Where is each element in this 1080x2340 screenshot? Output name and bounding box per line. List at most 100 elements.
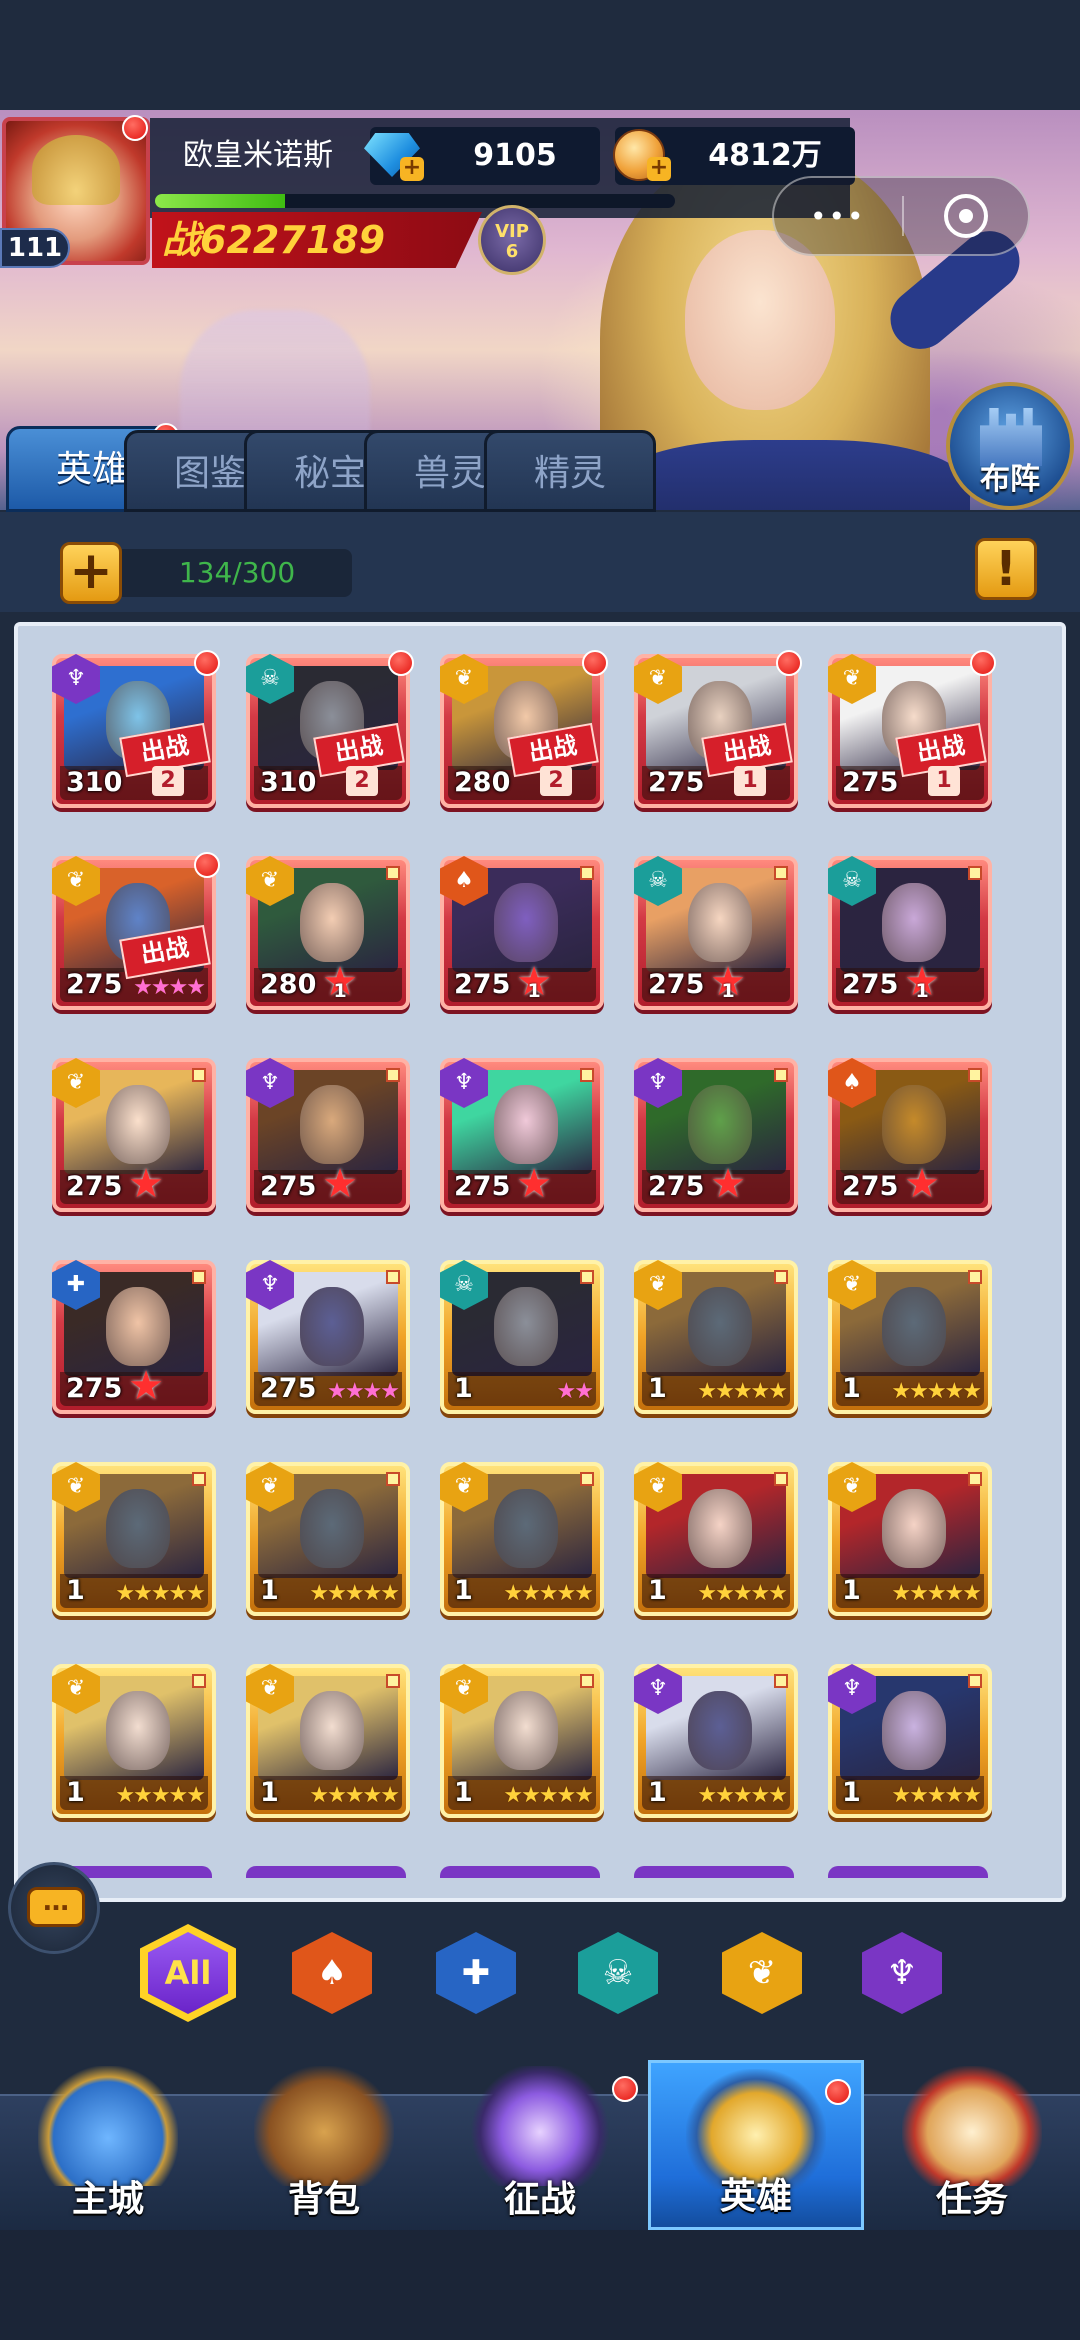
filter-purple-icon[interactable]: ♆ [862,1932,942,2014]
hero-level: 1 [66,1777,85,1808]
hero-card[interactable]: ♆ 1 ★★★★★ [634,1664,798,1818]
hero-notification-dot [776,650,802,676]
hero-card[interactable]: ☠ 275 ★ 1 [828,856,992,1010]
hero-flag-icon [968,1068,982,1082]
deployed-team-number: 2 [346,766,378,796]
hero-level: 275 [454,969,511,1000]
hero-card[interactable]: ✚ 275 ★ [52,1260,216,1414]
hero-card[interactable]: ❦ 1 ★★★★★ [52,1664,216,1818]
player-level-badge: 111 [0,228,70,268]
hero-card[interactable]: ☠ 310 出战 2 [246,650,414,808]
hero-card[interactable]: ☠ 275 ★ 1 [634,856,798,1010]
hero-flag-icon [386,1472,400,1486]
hero-face [688,1286,753,1366]
hero-level: 275 [842,969,899,1000]
nav-2[interactable]: 征战 [432,2060,648,2230]
hero-level: 275 [66,1171,123,1202]
awaken-star-icon: ★ [128,1363,164,1409]
hero-capacity: 134/300 [178,556,296,589]
hero-notification-dot [388,650,414,676]
hero-notification-dot [582,650,608,676]
hero-flag-icon [192,1472,206,1486]
awaken-star-count: 1 [333,980,347,1002]
hero-flag-icon [774,1068,788,1082]
hero-flag-icon [192,1068,206,1082]
chat-button[interactable]: … [8,1862,100,1954]
formation-button[interactable]: 布阵 [946,382,1074,510]
hero-card[interactable]: ♠ 275 ★ 1 [440,856,604,1010]
hero-card[interactable]: ❦ 1 ★★★★★ [828,1260,992,1414]
hero-card[interactable]: ❦ 275 ★ [52,1058,216,1212]
hero-level: 1 [842,1373,861,1404]
vip-level: 6 [505,241,519,262]
awaken-star-icon: ★ 1 [322,962,358,1002]
awaken-star-icon: ★ [904,1161,940,1207]
nav-4[interactable]: 任务 [864,2060,1080,2230]
backpack-icon [254,2066,394,2186]
filter-gold-icon[interactable]: ❦ [722,1932,802,2014]
hero-card[interactable]: ♆ 275 ★ [440,1058,604,1212]
hero-card[interactable]: ♠ 275 ★ [828,1058,992,1212]
hero-stars: ★★★★★ [115,1783,206,1808]
hero-card[interactable]: ♆ 275 ★★★★ [246,1260,410,1414]
more-options-icon[interactable]: ••• [810,203,866,231]
hero-card[interactable]: ❦ 280 ★ 1 [246,856,410,1010]
hero-card[interactable]: ❦ 1 ★★★★★ [52,1462,216,1616]
filter-teal-icon[interactable]: ☠ [578,1932,658,2014]
hero-card[interactable]: ❦ 1 ★★★★★ [634,1462,798,1616]
add-gold-button[interactable]: + [647,157,671,181]
hero-face [494,1690,559,1770]
hero-notification-dot [194,852,220,878]
nav-1[interactable]: 背包 [216,2060,432,2230]
hero-flag-icon [580,1068,594,1082]
hero-card-peek [246,1866,406,1878]
hero-card[interactable]: ❦ 1 ★★★★★ [828,1462,992,1616]
hero-face [688,1084,753,1164]
hero-level: 1 [454,1777,473,1808]
hero-card[interactable]: ☠ 1 ★★ [440,1260,604,1414]
hero-level: 275 [260,1171,317,1202]
vip-badge[interactable]: VIP 6 [478,205,546,275]
gem-counter: + 9105 [364,127,600,185]
close-miniprogram-icon[interactable] [944,194,988,238]
nav-0[interactable]: 主城 [0,2060,216,2230]
expand-capacity-button[interactable]: + [60,542,122,604]
info-button[interactable]: ! [975,538,1037,600]
hero-card[interactable]: ❦ 275 出战 1 [634,650,802,808]
filter-orange-icon[interactable]: ♠ [292,1932,372,2014]
filter-blue-icon[interactable]: ✚ [436,1932,516,2014]
vip-label: VIP [495,221,529,242]
nav-label: 征战 [503,2179,576,2220]
hero-card[interactable]: ♆ 275 ★ [246,1058,410,1212]
tab-4[interactable]: 精灵 [484,430,656,512]
hero-card[interactable]: ❦ 275 出战 1 [828,650,996,808]
hero-face [494,1084,559,1164]
hero-level: 275 [648,1171,705,1202]
hero-level: 275 [842,767,899,798]
capsule-divider [902,196,904,236]
hero-flag-icon [774,866,788,880]
hero-stars: ★★★★★ [891,1379,982,1404]
awaken-star-icon: ★ [710,1161,746,1207]
add-gems-button[interactable]: + [400,157,424,181]
hero-card[interactable]: ❦ 275 ★★★★ 出战 [52,852,220,1010]
hero-card[interactable]: ❦ 1 ★★★★★ [440,1462,604,1616]
hero-card[interactable]: ❦ 1 ★★★★★ [246,1664,410,1818]
hero-card[interactable]: ❦ 1 ★★★★★ [246,1462,410,1616]
hero-card[interactable]: ❦ 280 出战 2 [440,650,608,808]
experience-bar-fill [155,194,285,208]
hero-card[interactable]: ❦ 1 ★★★★★ [440,1664,604,1818]
hero-card[interactable]: ♆ 1 ★★★★★ [828,1664,992,1818]
hero-flag-icon [774,1270,788,1284]
combat-power-value: 6227189 [200,218,386,262]
nav-3[interactable]: 英雄 [648,2060,864,2230]
hero-flag-icon [386,1068,400,1082]
hero-level: 280 [260,969,317,1000]
hero-card[interactable]: ❦ 1 ★★★★★ [634,1260,798,1414]
hero-card[interactable]: ♆ 275 ★ [634,1058,798,1212]
hero-grid-panel: ♆ 310 出战 2 ☠ 310 出战 2 ❦ 280 出战 2 ❦ 275 出战 1 ❦ 275 出战 1 ❦ 275 ★… [14,622,1066,1902]
hero-flag-icon [386,1674,400,1688]
hero-card[interactable]: ♆ 310 出战 2 [52,650,220,808]
hero-flag-icon [774,1472,788,1486]
hero-level: 275 [454,1171,511,1202]
